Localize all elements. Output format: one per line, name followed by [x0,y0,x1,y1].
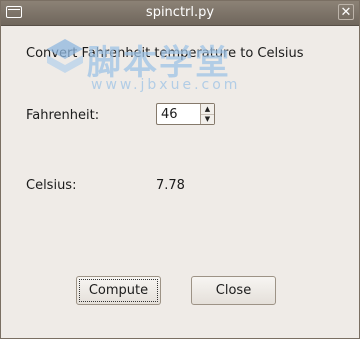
close-button[interactable]: Close [191,276,276,305]
celsius-label: Celsius: [26,178,77,193]
spin-down-arrow-icon[interactable]: ▼ [201,114,214,124]
app-window: spinctrl.py ✕ Convert Fahrenheit tempera… [0,0,360,339]
fahrenheit-spinctrl[interactable]: 46 ▲ ▼ [156,103,215,125]
title-bar: spinctrl.py ✕ [1,1,359,26]
fahrenheit-label: Fahrenheit: [26,108,100,123]
watermark-url: www.jbxue.com [91,77,241,93]
compute-button[interactable]: Compute [76,276,161,305]
window-close-icon[interactable]: ✕ [338,4,354,20]
dialog-content: Convert Fahrenheit temperature to Celsiu… [1,26,359,338]
watermark: 脚本学堂 www.jbxue.com [45,37,275,99]
watermark-logo-icon [47,39,83,73]
window-title: spinctrl.py [145,5,215,20]
spin-buttons: ▲ ▼ [200,104,214,124]
celsius-value: 7.78 [156,178,185,193]
fahrenheit-value[interactable]: 46 [161,107,178,122]
